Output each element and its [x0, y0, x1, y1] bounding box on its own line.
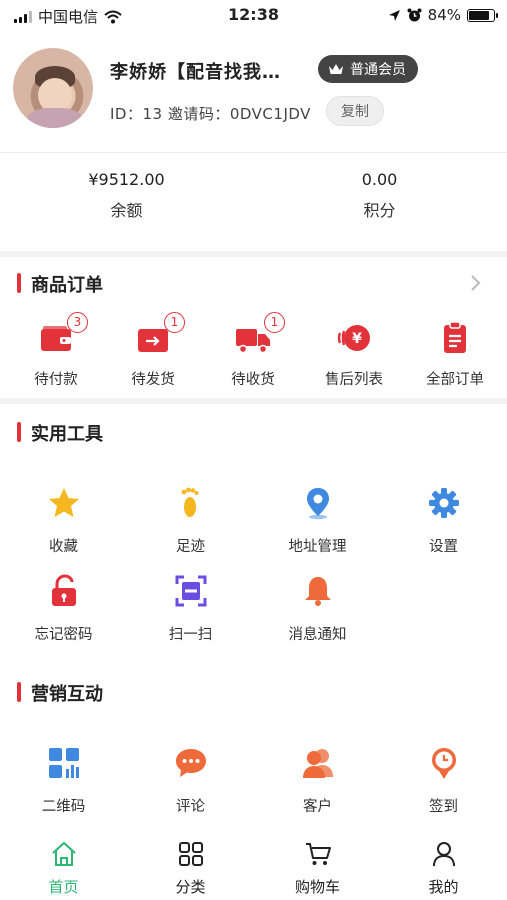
profile-header: 李娇娇【配音找我… 普通会员 ID：13 邀请码：0DVC1JDV 复制 [0, 46, 507, 146]
tool-label: 设置 [429, 539, 458, 555]
tool-label: 收藏 [49, 539, 78, 555]
svg-text:¥: ¥ [352, 331, 362, 347]
order-status-row: 3 待付款 1 待发货 1 待收货 ¥ 售后列表 全部订单 [0, 312, 507, 392]
marketing-label: 客户 [303, 799, 332, 815]
bottom-tab-bar: 首页 分类 购物车 我的 [0, 830, 507, 900]
battery-icon [467, 8, 498, 22]
tool-label: 扫一扫 [168, 627, 213, 643]
chevron-right-icon[interactable] [465, 273, 485, 293]
section-marker [17, 422, 21, 442]
tab-label: 分类 [175, 878, 206, 896]
nickname: 李娇娇【配音找我… [110, 62, 281, 83]
tool-settings[interactable]: 设置 [380, 485, 507, 556]
category-icon [178, 842, 203, 866]
tool-label: 忘记密码 [34, 627, 93, 643]
bell-icon [304, 577, 331, 606]
checkin-icon [431, 748, 456, 779]
location-arrow-icon [388, 9, 400, 21]
orders-section-header[interactable]: 商品订单 [0, 265, 507, 301]
copy-button[interactable]: 复制 [326, 96, 384, 126]
tool-forgot-password[interactable]: 忘记密码 [0, 573, 127, 644]
tab-label: 我的 [428, 878, 459, 896]
tab-mine[interactable]: 我的 [380, 840, 507, 897]
tool-notifications[interactable]: 消息通知 [254, 573, 381, 644]
crown-icon [329, 64, 343, 74]
status-right: 84% [388, 6, 498, 24]
tool-address-management[interactable]: 地址管理 [254, 485, 381, 556]
section-marker [17, 273, 21, 293]
order-pending-payment[interactable]: 3 待付款 [6, 312, 106, 389]
marketing-label: 二维码 [41, 799, 86, 815]
order-label: 待发货 [131, 372, 175, 388]
marketing-label: 签到 [429, 799, 458, 815]
divider [0, 251, 507, 257]
cart-icon [305, 843, 331, 865]
order-label: 待收货 [231, 372, 275, 388]
marketing-label: 评论 [176, 799, 205, 815]
tools-section-title: 实用工具 [31, 424, 103, 445]
points-label: 积分 [363, 201, 396, 220]
order-all[interactable]: 全部订单 [405, 320, 505, 389]
order-label: 全部订单 [426, 372, 484, 388]
qrcode-icon [48, 748, 79, 778]
location-icon [306, 488, 329, 520]
gear-icon [428, 488, 459, 518]
id-invite-code: ID：13 邀请码：0DVC1JDV [110, 105, 311, 123]
refund-icon: ¥ [337, 325, 370, 351]
member-level-label: 普通会员 [350, 62, 406, 78]
order-after-sales[interactable]: ¥ 售后列表 [304, 320, 404, 389]
tool-label: 地址管理 [288, 539, 347, 555]
tool-label: 足迹 [176, 539, 205, 555]
star-icon [48, 488, 79, 517]
marketing-comments[interactable]: 评论 [127, 745, 254, 816]
battery-percent: 84% [427, 6, 461, 24]
divider [0, 398, 507, 404]
scan-icon [175, 575, 206, 607]
status-bar: 中国电信 12:38 84% [0, 0, 507, 30]
home-icon [51, 842, 76, 866]
order-pending-shipment[interactable]: 1 待发货 [103, 312, 203, 389]
tab-cart[interactable]: 购物车 [254, 840, 381, 897]
marketing-section-title: 营销互动 [31, 684, 103, 705]
section-marker [17, 682, 21, 702]
comment-icon [175, 749, 206, 777]
balance-label: 余额 [110, 201, 143, 220]
customer-icon [302, 749, 333, 778]
marketing-section-header: 营销互动 [0, 674, 507, 710]
order-label: 待付款 [34, 372, 78, 388]
tab-label: 购物车 [294, 878, 340, 896]
avatar[interactable] [13, 48, 93, 128]
footprint-icon [181, 487, 198, 517]
count-badge: 1 [164, 312, 185, 333]
tool-favorites[interactable]: 收藏 [0, 485, 127, 556]
tool-scan[interactable]: 扫一扫 [127, 573, 254, 644]
marketing-customers[interactable]: 客户 [254, 745, 381, 816]
tool-label: 消息通知 [288, 627, 347, 643]
points-value: 0.00 [361, 170, 398, 189]
tab-category[interactable]: 分类 [127, 840, 254, 897]
orders-section-title: 商品订单 [31, 275, 103, 296]
tools-section-header: 实用工具 [0, 414, 507, 450]
balance-value: ¥9512.00 [88, 170, 165, 189]
marketing-qrcode[interactable]: 二维码 [0, 745, 127, 816]
member-level-badge: 普通会员 [318, 55, 418, 83]
order-label: 售后列表 [325, 372, 383, 388]
marketing-checkin[interactable]: 签到 [380, 745, 507, 816]
tab-home[interactable]: 首页 [0, 840, 127, 897]
unlock-icon [51, 574, 76, 606]
wallet-summary: ¥9512.00 余额 0.00 积分 [0, 170, 507, 230]
count-badge: 1 [264, 312, 285, 333]
tab-label: 首页 [48, 878, 79, 896]
count-badge: 3 [67, 312, 88, 333]
balance-item[interactable]: ¥9512.00 余额 [0, 170, 253, 221]
tool-footprints[interactable]: 足迹 [127, 485, 254, 556]
order-pending-receipt[interactable]: 1 待收货 [203, 312, 303, 389]
alarm-icon [407, 8, 422, 21]
divider [0, 152, 507, 153]
user-icon [432, 842, 455, 867]
points-item[interactable]: 0.00 积分 [253, 170, 506, 221]
clipboard-icon [444, 321, 466, 353]
